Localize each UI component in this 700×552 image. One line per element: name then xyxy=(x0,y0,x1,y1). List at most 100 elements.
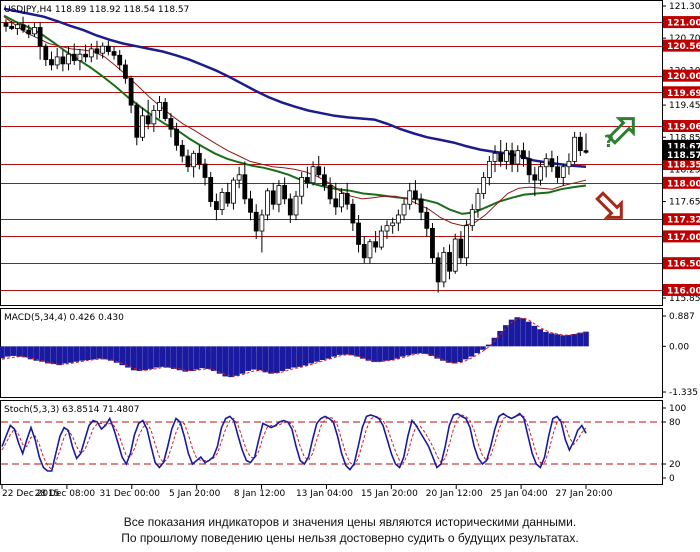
candle-body xyxy=(151,110,157,125)
candle-body xyxy=(378,230,384,248)
macd-bar xyxy=(514,317,521,347)
macd-bar xyxy=(39,346,45,362)
candle-body xyxy=(134,104,140,138)
stoch-tick-label: 80 xyxy=(669,418,681,428)
macd-bar xyxy=(308,346,314,364)
candle-body xyxy=(304,177,310,184)
candle-body xyxy=(202,163,208,178)
macd-bar xyxy=(285,346,292,369)
candle-body xyxy=(191,152,197,168)
macd-bar xyxy=(125,346,131,368)
candle-body xyxy=(327,185,333,200)
candle-body xyxy=(458,238,464,259)
macd-bar xyxy=(560,335,566,347)
macd-bar xyxy=(571,334,578,347)
candle-body xyxy=(168,118,174,130)
macd-bar xyxy=(136,346,143,371)
candle-body xyxy=(543,158,549,168)
macd-bar xyxy=(382,346,389,361)
level-label: 119.69 xyxy=(667,89,700,99)
macd-bar xyxy=(428,346,435,356)
macd-bar xyxy=(148,346,154,369)
macd-bar xyxy=(331,346,337,357)
candle-body xyxy=(583,150,589,153)
candle-body xyxy=(555,166,560,178)
candle-body xyxy=(14,24,20,29)
macd-bar xyxy=(342,346,349,355)
macd-tick-label: 0.887 xyxy=(669,312,695,322)
price-tick-label: 117.65 xyxy=(669,198,700,208)
level-label: 120.56 xyxy=(667,42,700,52)
time-axis: 22 Dec 201528 Dec 08:00 31 Dec 00:00 5 Jan… xyxy=(1,485,613,499)
macd-bar xyxy=(445,346,452,363)
macd-bar xyxy=(543,331,549,347)
candle-body xyxy=(503,150,509,162)
candle-body xyxy=(94,48,100,54)
macd-bar xyxy=(457,346,463,363)
candle-body xyxy=(174,128,179,146)
macd-bar xyxy=(497,330,503,347)
candle-body xyxy=(66,53,71,65)
candle-body xyxy=(26,29,32,35)
macd-bar xyxy=(405,346,412,356)
macd-bar xyxy=(417,346,423,354)
price-tick-label: 119.45 xyxy=(669,101,700,111)
macd-bar xyxy=(4,346,11,357)
macd-bar xyxy=(102,346,108,360)
candle-body xyxy=(9,25,15,29)
candle-body xyxy=(83,53,89,58)
macd-bar xyxy=(165,346,171,368)
macd-bar xyxy=(256,346,263,371)
candle-body xyxy=(128,77,134,106)
candle-body xyxy=(367,241,373,259)
time-label: 8 Jan 12:00 xyxy=(234,489,286,499)
candle-body xyxy=(407,190,413,205)
macd-bar xyxy=(239,346,246,374)
macd-bar xyxy=(73,346,80,362)
macd-bar xyxy=(251,346,257,370)
macd-bar xyxy=(211,346,217,371)
candle-body xyxy=(259,214,265,232)
candle-body xyxy=(350,203,356,224)
candle-body xyxy=(49,59,54,66)
symbol-header: USDJPY,H4 118.89 118.92 118.54 118.57 xyxy=(4,5,189,15)
macd-bar xyxy=(182,346,189,372)
macd-bar xyxy=(291,346,297,368)
macd-tick-label: -1.335 xyxy=(669,388,698,398)
macd-bar xyxy=(0,346,5,359)
candle-body xyxy=(77,53,83,62)
macd-bar xyxy=(45,346,51,364)
macd-bar xyxy=(233,346,240,376)
candle-body xyxy=(236,174,242,181)
candle-body xyxy=(265,190,270,216)
candle-body xyxy=(117,54,123,66)
macd-bar xyxy=(503,325,509,347)
macd-bar xyxy=(537,329,543,347)
macd-bar xyxy=(188,346,194,371)
macd-bar xyxy=(159,346,166,367)
macd-bar xyxy=(296,346,303,367)
macd-bar xyxy=(365,346,372,361)
candle-body xyxy=(447,252,452,272)
candle-body xyxy=(282,185,288,200)
macd-bar xyxy=(142,346,148,371)
time-label: 15 Jan 20:00 xyxy=(361,489,418,499)
chart: 121.30120.70120.10119.45118.85118.25117.… xyxy=(0,0,700,499)
macd-bar xyxy=(79,346,85,361)
candle-body xyxy=(293,195,299,216)
candle-body xyxy=(498,152,504,162)
macd-bar xyxy=(451,346,458,364)
candle-body xyxy=(435,257,441,283)
macd-bar xyxy=(508,319,515,347)
macd-bar xyxy=(176,346,183,371)
candle-body xyxy=(401,203,407,216)
candle-body xyxy=(384,225,390,232)
level-label: 120.00 xyxy=(667,72,700,82)
time-label: 20 Jan 12:00 xyxy=(426,489,483,499)
macd-bar xyxy=(566,335,572,347)
macd-bar xyxy=(56,346,63,366)
macd-bar xyxy=(62,346,68,364)
candle-body xyxy=(248,198,253,213)
level-label: 116.50 xyxy=(667,260,700,270)
macd-bar xyxy=(274,346,280,374)
